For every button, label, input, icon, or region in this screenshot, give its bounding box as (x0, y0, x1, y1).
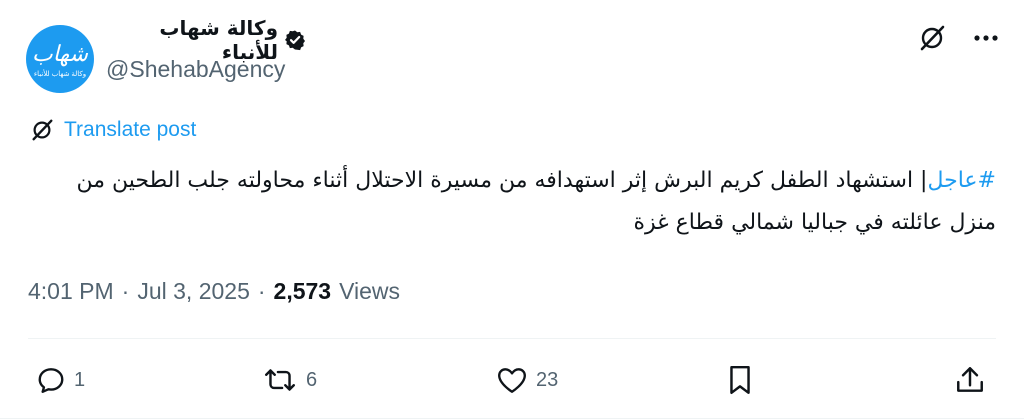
more-icon[interactable] (970, 22, 1002, 54)
divider (28, 338, 996, 339)
hashtag-link[interactable]: #عاجل (927, 168, 996, 193)
bookmark-icon (726, 364, 754, 396)
like-count: 23 (536, 368, 559, 391)
repost-icon (262, 365, 298, 395)
grok-icon (30, 118, 54, 142)
views-label: Views (339, 278, 401, 304)
share-icon (954, 364, 986, 396)
reply-button[interactable]: 1 (36, 356, 85, 404)
meta-separator: · (121, 278, 130, 304)
meta-separator: · (257, 278, 266, 304)
share-button[interactable] (954, 356, 986, 404)
top-actions (916, 22, 1002, 54)
verified-badge-icon (284, 29, 306, 51)
reply-icon (36, 365, 66, 395)
like-button[interactable]: 23 (496, 356, 558, 404)
post-text: #عاجل| استشهاد الطفل كريم البرش إثر استه… (28, 160, 996, 244)
repost-button[interactable]: 6 (262, 356, 317, 404)
views-count: 2,573 (273, 278, 332, 304)
bookmark-button[interactable] (726, 356, 754, 404)
post-body: | استشهاد الطفل كريم البرش إثر استهدافه … (76, 168, 996, 235)
account-name-row: وكالة شهاب للأنباء (106, 16, 306, 64)
account-handle[interactable]: @ShehabAgency (106, 56, 285, 83)
grok-icon[interactable] (916, 22, 948, 54)
heart-icon (496, 365, 528, 395)
translate-post-label: Translate post (64, 118, 197, 141)
action-bar: 1 6 23 (0, 356, 1024, 404)
post-time[interactable]: 4:01 PM (28, 278, 114, 305)
avatar-sub-text: وكالة شهاب للأنباء (33, 71, 87, 78)
post-date[interactable]: Jul 3, 2025 (137, 278, 250, 305)
translate-post-link[interactable]: Translate post (30, 118, 196, 142)
reply-count: 1 (74, 368, 86, 391)
avatar[interactable]: شهاب وكالة شهاب للأنباء (26, 25, 94, 93)
repost-count: 6 (306, 368, 318, 391)
post-meta: 4:01 PM · Jul 3, 2025 · 2,573 Views (28, 278, 400, 305)
avatar-logo-text: شهاب (32, 42, 88, 67)
divider (0, 418, 1024, 419)
